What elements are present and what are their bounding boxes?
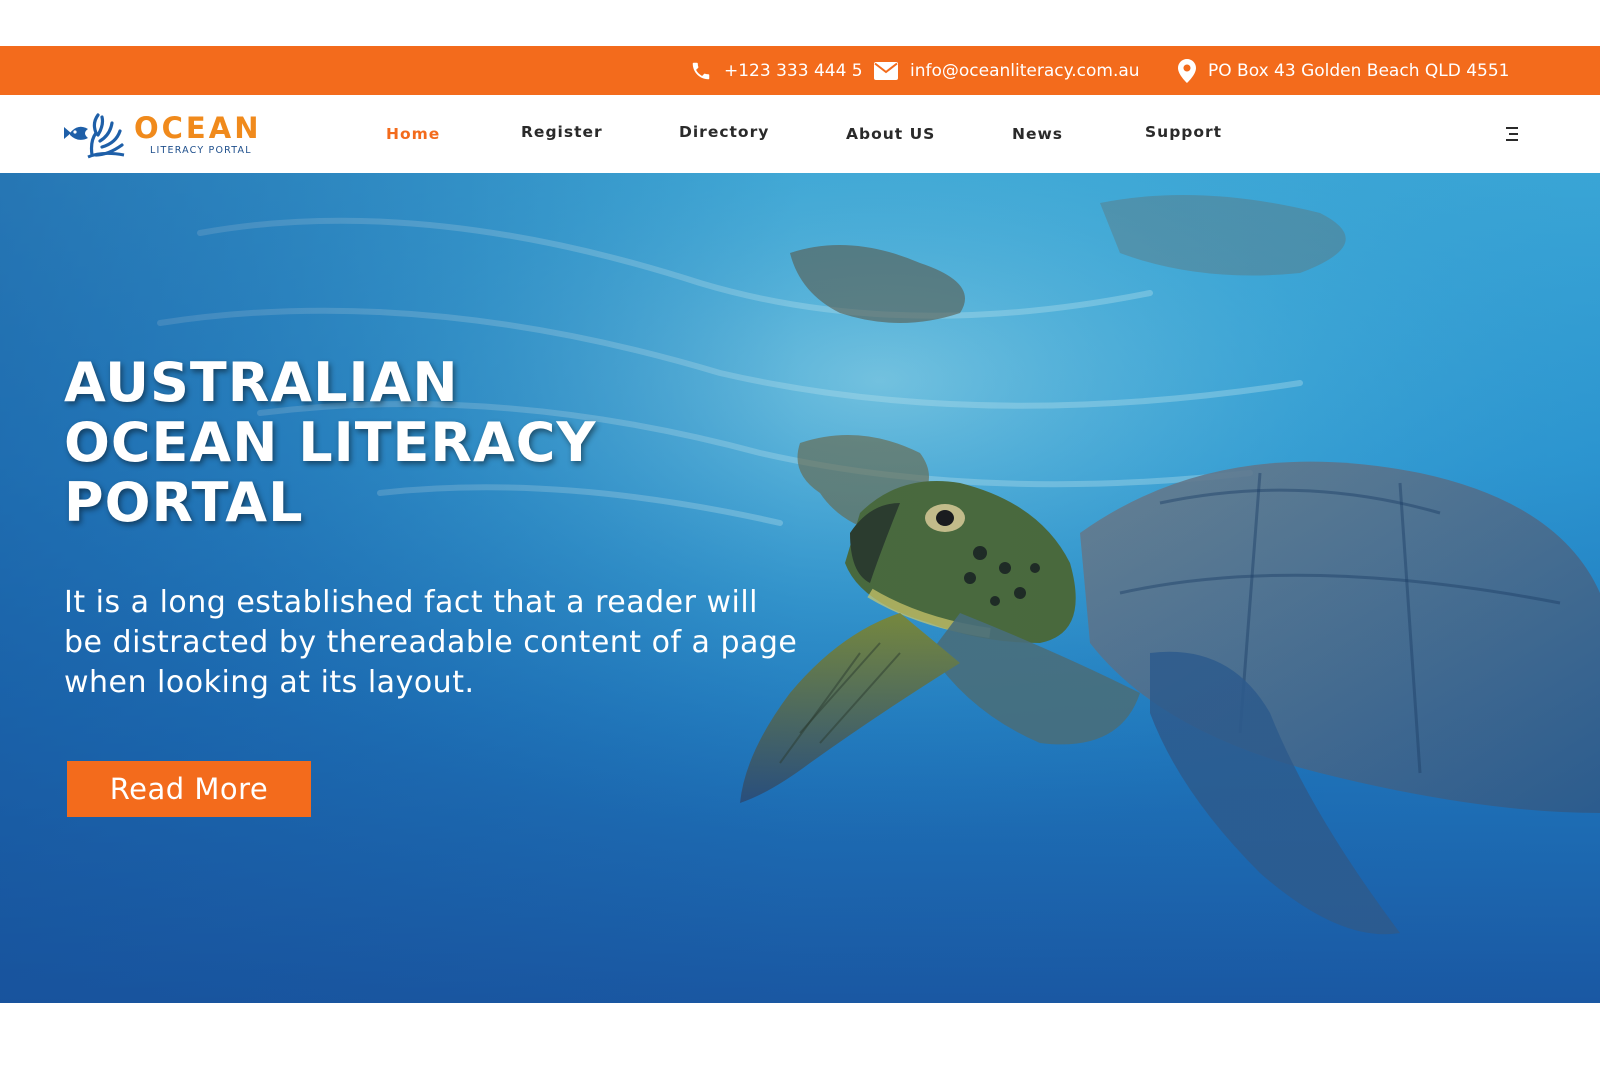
contact-address: PO Box 43 Golden Beach QLD 4551 (1178, 46, 1509, 95)
hero-title-line-3: PORTAL (64, 471, 304, 534)
nav-register[interactable]: Register (521, 93, 603, 171)
nav-directory[interactable]: Directory (679, 93, 769, 171)
location-pin-icon (1178, 58, 1196, 83)
phone-icon (690, 60, 712, 82)
contact-phone[interactable]: +123 333 444 5 (690, 46, 863, 95)
hero-title-line-1: AUSTRALIAN (64, 351, 459, 414)
hero-subtitle: It is a long established fact that a rea… (64, 585, 798, 700)
contact-email[interactable]: info@oceanliteracy.com.au (874, 46, 1140, 95)
nav-news[interactable]: News (1012, 95, 1063, 173)
nav-about-us[interactable]: About US (846, 95, 935, 173)
hero-title: AUSTRALIAN OCEAN LITERACY PORTAL (64, 353, 764, 533)
contact-bar: +123 333 444 5 info@oceanliteracy.com.au… (0, 46, 1600, 95)
nav-home[interactable]: Home (386, 95, 440, 173)
brand-title: OCEAN (134, 111, 262, 145)
brand-subtitle: LITERACY PORTAL (150, 145, 252, 156)
hero-title-line-2: OCEAN LITERACY (64, 411, 597, 474)
phone-number: +123 333 444 5 (724, 60, 863, 81)
mail-icon (874, 61, 898, 80)
address-text: PO Box 43 Golden Beach QLD 4551 (1208, 60, 1510, 81)
coral-fish-logo-icon (62, 111, 126, 163)
read-more-button[interactable]: Read More (67, 761, 311, 817)
brand-logo[interactable]: OCEAN LITERACY PORTAL (62, 111, 282, 159)
main-navbar: OCEAN LITERACY PORTAL Home Register Dire… (0, 95, 1600, 173)
email-address: info@oceanliteracy.com.au (910, 60, 1140, 81)
nav-support[interactable]: Support (1145, 93, 1222, 171)
hamburger-icon[interactable] (1503, 125, 1523, 143)
hero-section: AUSTRALIAN OCEAN LITERACY PORTAL It is a… (0, 173, 1600, 1003)
